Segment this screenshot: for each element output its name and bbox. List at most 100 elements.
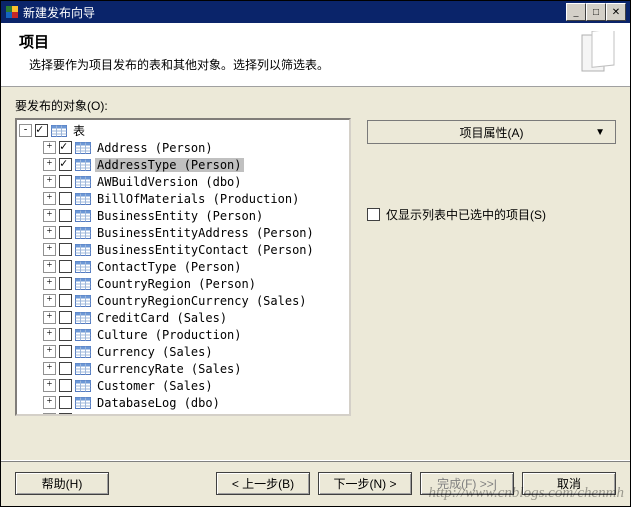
table-icon (75, 141, 91, 155)
table-icon (51, 124, 67, 138)
tree-item[interactable]: + CountryRegionCurrency (Sales) (19, 292, 347, 309)
item-checkbox[interactable] (59, 175, 72, 188)
tree-item-label: BusinessEntity (Person) (95, 209, 265, 223)
tree-item[interactable]: + Culture (Production) (19, 326, 347, 343)
item-checkbox[interactable] (59, 192, 72, 205)
table-icon (75, 277, 91, 291)
item-checkbox[interactable] (59, 413, 72, 416)
item-checkbox[interactable] (59, 260, 72, 273)
item-properties-button[interactable]: 项目属性(A) ▼ (367, 120, 616, 144)
tree-item[interactable]: + Address (Person) (19, 139, 347, 156)
expand-icon[interactable]: + (43, 413, 56, 416)
expand-icon[interactable]: + (43, 294, 56, 307)
tree-item[interactable]: + CurrencyRate (Sales) (19, 360, 347, 377)
finish-button: 完成(F) >>| (420, 472, 514, 495)
dropdown-arrow-icon: ▼ (595, 127, 605, 138)
expand-icon[interactable]: + (43, 192, 56, 205)
minimize-button[interactable]: _ (566, 3, 586, 21)
titlebar: 新建发布向导 _ □ ✕ (1, 1, 630, 23)
page-title: 项目 (19, 31, 576, 52)
tree-item[interactable]: +Customer (Sales) (19, 377, 347, 394)
table-icon (75, 226, 91, 240)
tree-item[interactable]: + Department (HumanResources) (19, 411, 347, 416)
table-icon (75, 396, 91, 410)
item-checkbox[interactable] (59, 396, 72, 409)
tree-item[interactable]: +DatabaseLog (dbo) (19, 394, 347, 411)
table-icon (75, 345, 91, 359)
expand-icon[interactable]: + (43, 311, 56, 324)
table-icon (75, 328, 91, 342)
wizard-window: 新建发布向导 _ □ ✕ 项目 选择要作为项目发布的表和其他对象。选择列以筛选表… (0, 0, 631, 507)
back-button[interactable]: < 上一步(B) (216, 472, 310, 495)
root-checkbox[interactable] (35, 124, 48, 137)
expand-icon[interactable]: + (43, 362, 56, 375)
expand-icon[interactable]: + (43, 345, 56, 358)
page-subtitle: 选择要作为项目发布的表和其他对象。选择列以筛选表。 (29, 56, 576, 73)
item-checkbox[interactable] (59, 294, 72, 307)
window-title: 新建发布向导 (23, 4, 566, 21)
table-icon (75, 192, 91, 206)
content-area: 要发布的对象(O): -表+Address (Person)+AddressTy… (1, 87, 630, 460)
table-icon (75, 209, 91, 223)
tree-item-label: Address (Person) (95, 141, 215, 155)
table-icon (75, 413, 91, 417)
item-checkbox[interactable] (59, 362, 72, 375)
tree-item[interactable]: + ContactType (Person) (19, 258, 347, 275)
tree-item-label: CountryRegionCurrency (Sales) (95, 294, 309, 308)
tree-item[interactable]: +AWBuildVersion (dbo) (19, 173, 347, 190)
expand-icon[interactable]: + (43, 260, 56, 273)
item-checkbox[interactable] (59, 277, 72, 290)
expand-icon[interactable]: + (43, 277, 56, 290)
item-checkbox[interactable] (59, 328, 72, 341)
tree-root[interactable]: -表 (19, 122, 347, 139)
tree-item[interactable]: +CreditCard (Sales) (19, 309, 347, 326)
item-checkbox[interactable] (59, 141, 72, 154)
close-button[interactable]: ✕ (606, 3, 626, 21)
expand-icon[interactable]: + (43, 243, 56, 256)
tree-item[interactable]: + CountryRegion (Person) (19, 275, 347, 292)
tree-item-label: CurrencyRate (Sales) (95, 362, 244, 376)
item-checkbox[interactable] (59, 243, 72, 256)
expand-icon[interactable]: + (43, 175, 56, 188)
table-icon (75, 362, 91, 376)
cancel-button[interactable]: 取消 (522, 472, 616, 495)
help-button[interactable]: 帮助(H) (15, 472, 109, 495)
item-checkbox[interactable] (59, 345, 72, 358)
table-icon (75, 243, 91, 257)
item-checkbox[interactable] (59, 379, 72, 392)
next-button[interactable]: 下一步(N) > (318, 472, 412, 495)
tree-item[interactable]: +AddressType (Person) (19, 156, 347, 173)
objects-tree[interactable]: -表 + Address (Person)+AddressType (Person)… (15, 118, 351, 416)
maximize-button[interactable]: □ (586, 3, 606, 21)
tree-item[interactable]: + BusinessEntity (Person) (19, 207, 347, 224)
tree-item[interactable]: +BusinessEntityContact (Person) (19, 241, 347, 258)
expand-icon[interactable]: + (43, 141, 56, 154)
tree-item[interactable]: + BusinessEntityAddress (Person) (19, 224, 347, 241)
expand-icon[interactable]: + (43, 226, 56, 239)
item-properties-label: 项目属性(A) (460, 124, 524, 141)
expand-icon[interactable]: + (43, 209, 56, 222)
tree-item-label: BillOfMaterials (Production) (95, 192, 301, 206)
expand-icon[interactable]: + (43, 158, 56, 171)
item-checkbox[interactable] (59, 209, 72, 222)
tree-item-label: Department (HumanResources) (95, 413, 294, 417)
tree-item[interactable]: + BillOfMaterials (Production) (19, 190, 347, 207)
table-icon (75, 175, 91, 189)
item-checkbox[interactable] (59, 158, 72, 171)
tree-item-label: ContactType (Person) (95, 260, 244, 274)
table-icon (75, 294, 91, 308)
show-checked-only-checkbox[interactable] (367, 208, 380, 221)
tree-item-label: BusinessEntityAddress (Person) (95, 226, 316, 240)
tree-item-label: Culture (Production) (95, 328, 244, 342)
expand-icon[interactable]: + (43, 379, 56, 392)
show-checked-only-label: 仅显示列表中已选中的项目(S) (386, 206, 546, 223)
show-checked-only-row: 仅显示列表中已选中的项目(S) (367, 206, 616, 223)
collapse-icon[interactable]: - (19, 124, 32, 137)
tree-item[interactable]: +Currency (Sales) (19, 343, 347, 360)
expand-icon[interactable]: + (43, 328, 56, 341)
tree-item-label: CountryRegion (Person) (95, 277, 258, 291)
item-checkbox[interactable] (59, 311, 72, 324)
expand-icon[interactable]: + (43, 396, 56, 409)
wizard-header: 项目 选择要作为项目发布的表和其他对象。选择列以筛选表。 (1, 23, 630, 87)
item-checkbox[interactable] (59, 226, 72, 239)
